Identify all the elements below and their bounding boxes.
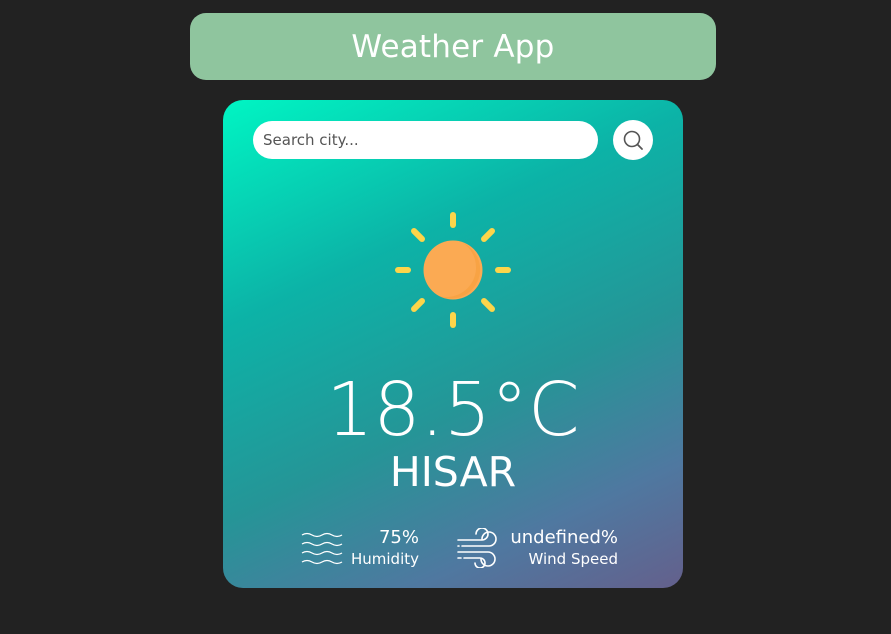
humidity-value: 75%: [378, 527, 419, 548]
wind-text: undefined% Wind Speed: [498, 527, 618, 569]
wind-icon: [457, 528, 497, 568]
search-input[interactable]: [253, 121, 598, 159]
search-button[interactable]: [613, 120, 653, 160]
humidity-stat: 75% Humidity: [301, 526, 419, 570]
humidity-label: Humidity: [350, 550, 419, 568]
sun-icon: [395, 212, 511, 328]
temperature-value: 18.5°C: [326, 367, 580, 453]
weather-card: 18.5°C HISAR 75% Humidity: [223, 100, 683, 588]
search-icon: [623, 130, 643, 150]
wind-label: Wind Speed: [528, 550, 619, 568]
app-title: Weather App: [351, 28, 555, 65]
humidity-text: 75% Humidity: [343, 527, 419, 569]
city-name: HISAR: [389, 448, 517, 496]
wind-stat: undefined% Wind Speed: [456, 526, 618, 570]
waves-icon: [301, 532, 343, 565]
wind-value: undefined%: [510, 527, 618, 548]
app-header: Weather App: [190, 13, 716, 80]
